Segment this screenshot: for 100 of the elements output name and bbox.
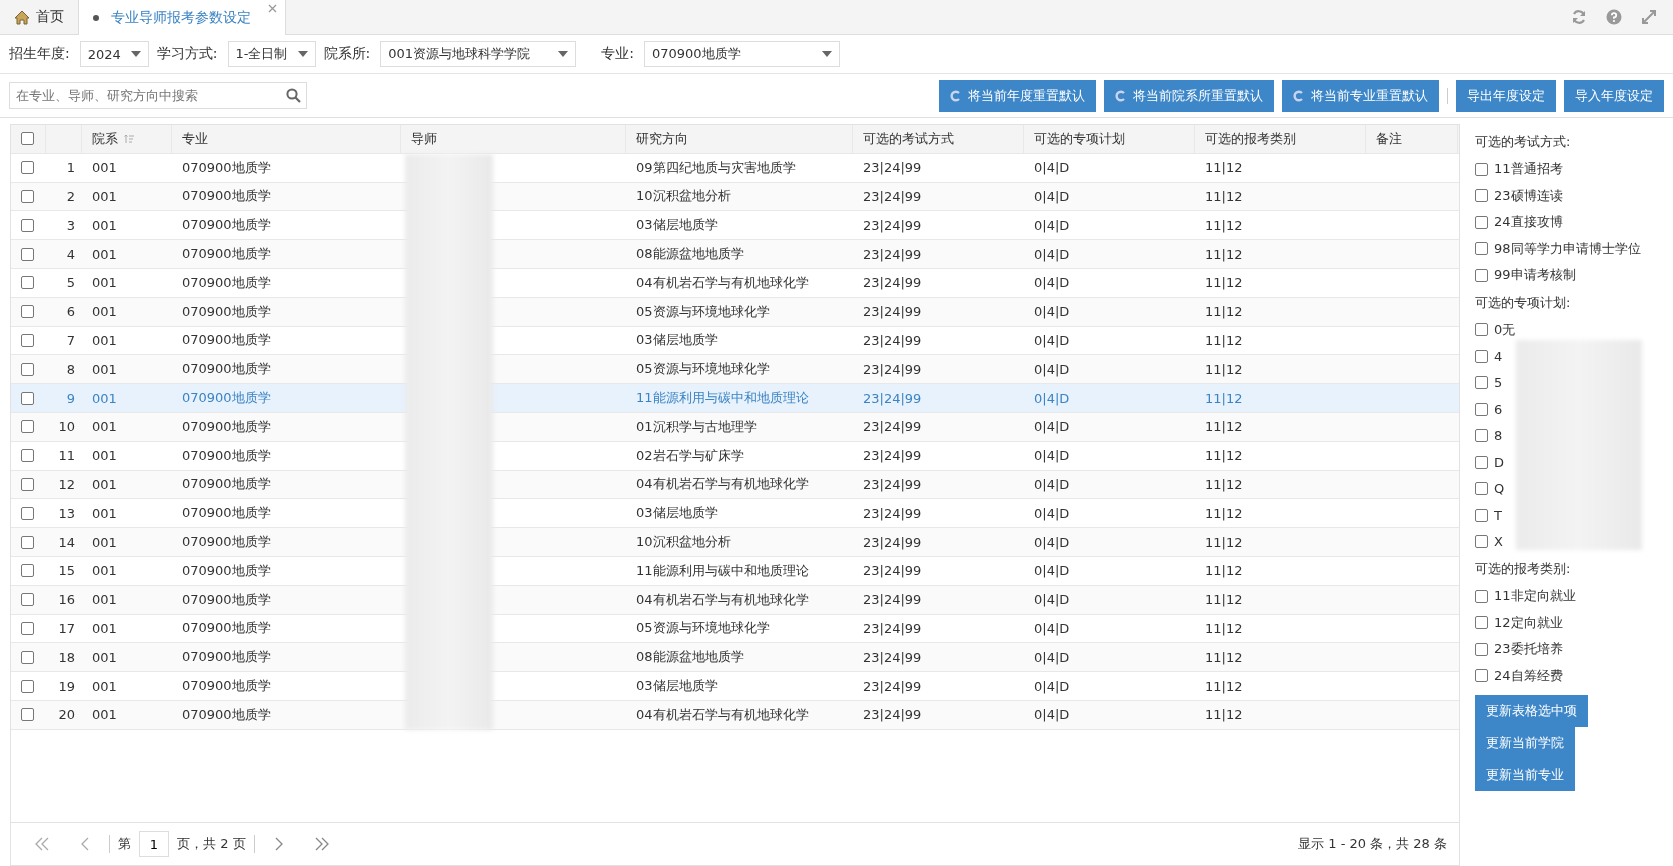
row-checkbox[interactable] <box>21 218 34 232</box>
option-checkbox[interactable] <box>1475 215 1488 229</box>
option-checkbox[interactable] <box>1475 508 1488 522</box>
row-checkbox[interactable] <box>21 247 34 261</box>
dot-icon <box>93 14 99 21</box>
row-checkbox[interactable] <box>21 621 34 635</box>
select-field[interactable]: 001资源与地球科学学院 <box>380 41 577 67</box>
row-checkbox[interactable] <box>21 190 34 203</box>
row-number: 12 <box>57 475 76 494</box>
tab[interactable]: 专业导师报考参数设定 <box>79 0 286 35</box>
row-checkbox[interactable] <box>21 161 34 175</box>
toolbar-button[interactable]: 将当前年度重置默认 <box>939 79 1096 112</box>
select-field[interactable]: 2024 <box>79 41 149 67</box>
update-button[interactable]: 更新当前专业 <box>1475 759 1575 791</box>
select-field[interactable]: 070900地质学 <box>643 41 840 67</box>
update-button[interactable]: 更新当前学院 <box>1475 727 1575 759</box>
table-row[interactable]: 9 001 070900地质学 11能源利用与碳中和地质理论 23|24|99 0|4|D 11|12 <box>11 384 1459 413</box>
option-checkbox[interactable] <box>1475 535 1488 549</box>
table-cell-text: 23|24|99 <box>862 389 923 408</box>
table-row[interactable]: 4 001 070900地质学 08能源盆地地质学 23|24|99 0|4|D 11|12 <box>11 240 1459 269</box>
row-number: 4 <box>65 245 76 264</box>
row-checkbox[interactable] <box>21 708 34 722</box>
table-cell-text: 070900地质学 <box>181 273 272 292</box>
column-header[interactable]: 导师 <box>401 125 626 153</box>
table-cell-text: 10沉积盆地分析 <box>635 187 732 206</box>
table-cell-text: 001 <box>91 216 118 235</box>
table-row[interactable]: 18 001 070900地质学 08能源盆地地质学 23|24|99 0|4|D 11|12 <box>11 643 1459 673</box>
row-checkbox[interactable] <box>21 305 34 319</box>
first-page-icon[interactable] <box>35 837 49 851</box>
page-input[interactable]: 1 <box>139 831 169 857</box>
row-checkbox[interactable] <box>21 276 34 290</box>
toolbar-button[interactable]: 导出年度设定 <box>1456 79 1556 112</box>
column-header[interactable]: 备注 <box>1366 125 1458 153</box>
row-checkbox[interactable] <box>21 362 34 376</box>
prev-page-icon[interactable] <box>81 837 89 851</box>
table-row[interactable]: 14 001 070900地质学 10沉积盆地分析 23|24|99 0|4|D 11|12 <box>11 528 1459 557</box>
option-checkbox[interactable] <box>1475 669 1488 683</box>
column-header[interactable]: 可选的考试方式 <box>853 125 1024 153</box>
table-cell-text: 08能源盆地地质学 <box>635 648 745 667</box>
option-checkbox[interactable] <box>1475 402 1488 416</box>
option-checkbox[interactable] <box>1475 323 1488 337</box>
row-number: 10 <box>57 418 76 437</box>
expand-icon[interactable] <box>1641 9 1657 25</box>
row-number: 8 <box>65 360 76 379</box>
row-checkbox[interactable] <box>21 449 34 463</box>
table-cell-text: 0|4|D <box>1033 418 1071 437</box>
toolbar-button[interactable]: 导入年度设定 <box>1564 79 1664 112</box>
row-checkbox[interactable] <box>21 535 34 549</box>
next-page-icon[interactable] <box>274 837 283 851</box>
row-checkbox[interactable] <box>21 506 34 520</box>
option-checkbox[interactable] <box>1475 349 1488 363</box>
select-field[interactable]: 1-全日制 <box>227 41 316 67</box>
close-icon[interactable] <box>268 4 277 13</box>
option-checkbox[interactable] <box>1475 189 1488 203</box>
row-checkbox[interactable] <box>21 391 34 405</box>
column-header[interactable]: 研究方向 <box>626 125 853 153</box>
table-cell-text: 001 <box>91 677 118 696</box>
update-button[interactable]: 更新表格选中项 <box>1475 695 1588 727</box>
row-checkbox[interactable] <box>21 679 34 693</box>
group-title: 可选的考试方式: <box>1475 133 1572 151</box>
option-label: T <box>1494 507 1502 523</box>
table-cell-text: 0|4|D <box>1033 360 1071 379</box>
option-checkbox[interactable] <box>1475 589 1488 603</box>
option-checkbox[interactable] <box>1475 482 1488 496</box>
table-cell-text: 11能源利用与碳中和地质理论 <box>635 561 810 580</box>
option-checkbox[interactable] <box>1475 242 1488 256</box>
column-header[interactable]: 可选的专项计划 <box>1024 125 1195 153</box>
option-checkbox[interactable] <box>1475 429 1488 443</box>
table-cell-text: 04有机岩石学与有机地球化学 <box>635 273 810 292</box>
row-checkbox[interactable] <box>21 564 34 578</box>
table-cell-text: 11|12 <box>1204 188 1244 206</box>
row-checkbox[interactable] <box>21 477 34 491</box>
last-page-icon[interactable] <box>314 837 329 851</box>
table-cell-text: 23|24|99 <box>862 475 923 494</box>
row-checkbox[interactable] <box>21 333 34 347</box>
option-label: 8 <box>1494 428 1503 444</box>
column-header[interactable]: 专业 <box>172 125 401 153</box>
row-checkbox[interactable] <box>21 650 34 664</box>
select-all-checkbox[interactable] <box>21 132 34 146</box>
table-cell-text: 001 <box>91 504 118 523</box>
option-checkbox[interactable] <box>1475 642 1488 656</box>
option-checkbox[interactable] <box>1475 455 1488 469</box>
option-checkbox[interactable] <box>1475 376 1488 390</box>
table-cell-text: 070900地质学 <box>181 504 272 523</box>
column-header[interactable]: 院系 <box>82 125 172 153</box>
option-checkbox[interactable] <box>1475 162 1488 176</box>
row-checkbox[interactable] <box>21 420 34 434</box>
option-checkbox[interactable] <box>1475 268 1488 282</box>
help-icon[interactable] <box>1606 9 1622 25</box>
table-row[interactable]: 8 001 070900地质学 05资源与环境地球化学 23|24|99 0|4|D 11|12 <box>11 355 1459 385</box>
toolbar-button[interactable]: 将当前院系所重置默认 <box>1104 79 1274 112</box>
column-header[interactable]: 可选的报考类别 <box>1195 125 1366 153</box>
toolbar-button[interactable]: 将当前专业重置默认 <box>1282 79 1439 112</box>
table-cell-text: 0|4|D <box>1033 619 1071 638</box>
refresh-icon[interactable] <box>1571 9 1587 25</box>
option-checkbox[interactable] <box>1475 616 1488 630</box>
table-cell-text: 001 <box>91 447 118 466</box>
row-checkbox[interactable] <box>21 593 34 607</box>
search-field[interactable]: 在专业、导师、研究方向中搜索 <box>9 82 307 109</box>
table-cell-text: 11|12 <box>1204 562 1244 581</box>
